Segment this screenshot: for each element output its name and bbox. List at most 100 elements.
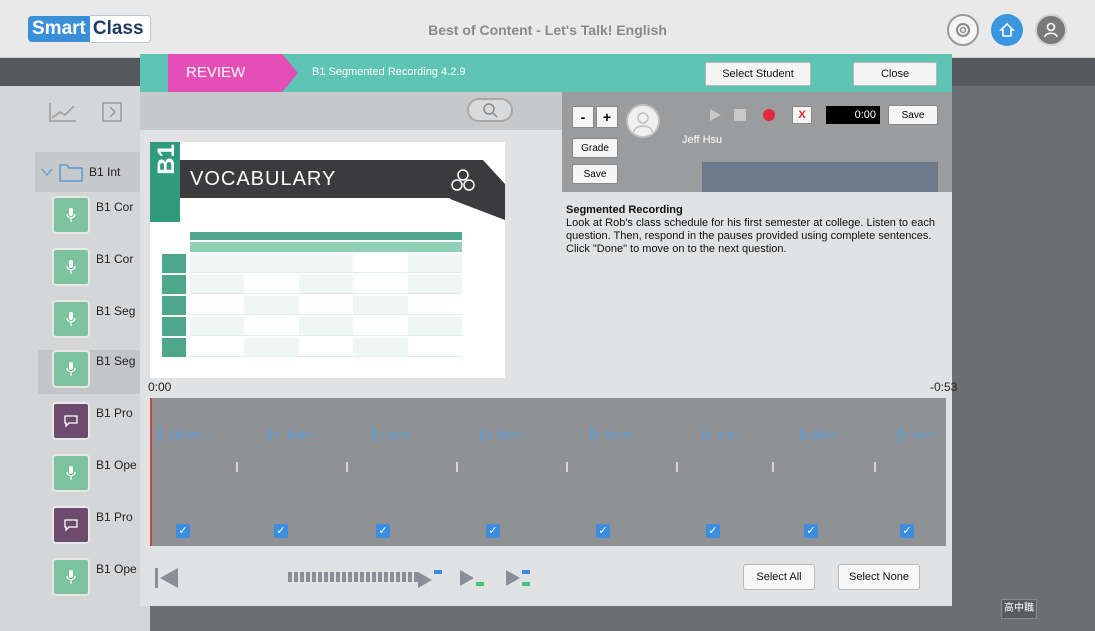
play-segment-icon[interactable]	[416, 568, 444, 588]
schedule-days-row	[190, 242, 462, 252]
grade-button[interactable]: Grade	[572, 138, 618, 158]
activity-tile	[52, 196, 90, 234]
segment-checkbox[interactable]: ✓	[376, 524, 390, 538]
recorder-panel: - + Grade Save Jeff Hsu X 0:00 Save	[562, 92, 952, 192]
sidebar-item-label: B1 Ope	[96, 458, 137, 472]
recording-title: B1 Segmented Recording 4.2.9	[312, 66, 466, 78]
schedule-row	[162, 254, 463, 273]
schedule-header	[190, 232, 462, 240]
microphone-icon	[66, 362, 76, 376]
sidebar-item[interactable]: B1 Cor	[52, 248, 150, 292]
segment-checkbox[interactable]: ✓	[176, 524, 190, 538]
schedule-row	[162, 296, 463, 315]
segment-checkbox[interactable]: ✓	[900, 524, 914, 538]
expand-panel-icon[interactable]	[102, 102, 122, 122]
zoom-icon	[483, 103, 498, 118]
app-title: Best of Content - Let's Talk! English	[428, 22, 667, 38]
top-icon-group	[947, 14, 1067, 46]
decrease-button[interactable]: -	[572, 106, 594, 128]
lifebuoy-icon	[956, 23, 970, 37]
student-name: Jeff Hsu	[682, 134, 723, 146]
skip-to-start-icon[interactable]	[154, 566, 180, 590]
sidebar-item-label: B1 Ope	[96, 562, 137, 576]
waveform-graphic	[159, 428, 935, 472]
segment-checkbox[interactable]: ✓	[706, 524, 720, 538]
sidebar-item[interactable]: B1 Ope	[52, 558, 150, 602]
chart-icon[interactable]	[48, 101, 78, 123]
folder-icon	[59, 164, 83, 182]
review-tab: REVIEW	[168, 54, 298, 92]
lesson-preview-image: B1 VOCABULARY	[150, 142, 505, 378]
sidebar-item[interactable]: B1 Cor	[52, 196, 150, 240]
home-icon	[999, 22, 1015, 37]
sidebar-item[interactable]: B1 Pro	[52, 506, 150, 550]
instructions-block: Segmented Recording Look at Rob's class …	[566, 204, 944, 256]
select-student-button[interactable]: Select Student	[705, 62, 811, 86]
course-sidebar: B1 Int B1 Cor B1 Cor B1 Seg B1 Seg B1 Pr…	[0, 86, 150, 631]
record-icon[interactable]	[762, 108, 776, 122]
save-grade-button[interactable]: Save	[572, 164, 618, 184]
activity-tile	[52, 454, 90, 492]
avatar-icon	[633, 112, 653, 133]
activity-tile	[52, 402, 90, 440]
instructions-title: Segmented Recording	[566, 204, 683, 216]
zoom-button[interactable]	[467, 98, 513, 122]
segment-checkbox[interactable]: ✓	[486, 524, 500, 538]
instructions-body: Look at Rob's class schedule for his fir…	[566, 217, 935, 255]
waveform-track[interactable]	[150, 398, 946, 472]
vocab-level-label: B1	[153, 144, 180, 175]
play-icon[interactable]	[708, 108, 722, 122]
microphone-icon	[66, 466, 76, 480]
playback-controls: Select All Select None	[140, 546, 952, 606]
play-combined-icon[interactable]	[504, 568, 532, 588]
modal-header: REVIEW B1 Segmented Recording 4.2.9 Sele…	[140, 54, 952, 92]
stop-icon[interactable]	[734, 109, 746, 121]
sidebar-item-selected[interactable]: B1 Seg	[38, 350, 150, 394]
vocab-title: VOCABULARY	[190, 168, 337, 190]
chat-bubble-icon	[64, 415, 78, 428]
right-background	[952, 86, 1095, 631]
top-app-bar: Smart Class Best of Content - Let's Talk!…	[0, 0, 1095, 58]
tree-root-folder[interactable]: B1 Int	[35, 152, 150, 192]
progress-dots	[288, 572, 418, 582]
tree-root-label: B1 Int	[89, 165, 121, 179]
sidebar-item[interactable]: B1 Ope	[52, 454, 150, 498]
user-icon	[1044, 22, 1058, 38]
sidebar-item[interactable]: B1 Seg	[52, 300, 150, 344]
select-all-button[interactable]: Select All	[743, 564, 815, 590]
save-recording-button[interactable]: Save	[888, 105, 938, 125]
preview-toolbar	[140, 92, 562, 130]
time-remaining: -0:53	[930, 380, 958, 394]
profile-button[interactable]	[1035, 14, 1067, 46]
increase-button[interactable]: +	[596, 106, 618, 128]
close-button[interactable]: Close	[853, 62, 937, 86]
sidebar-item-label: B1 Pro	[96, 510, 133, 524]
schedule-row	[162, 317, 463, 336]
sidebar-item-label: B1 Cor	[96, 200, 134, 214]
discard-recording-button[interactable]: X	[792, 106, 812, 124]
help-button[interactable]	[947, 14, 979, 46]
sidebar-item-label: B1 Seg	[96, 354, 136, 368]
vocab-level-tab: B1	[150, 142, 180, 222]
sidebar-item-label: B1 Pro	[96, 406, 133, 420]
select-none-button[interactable]: Select None	[838, 564, 920, 590]
activity-tile	[52, 300, 90, 338]
sidebar-toolbar	[0, 86, 150, 138]
sidebar-item[interactable]: B1 Pro	[52, 402, 150, 446]
chevron-down-icon[interactable]	[41, 167, 53, 177]
schedule-row	[162, 338, 463, 357]
activity-tile	[52, 558, 90, 596]
home-button[interactable]	[991, 14, 1023, 46]
segment-checkbox[interactable]: ✓	[274, 524, 288, 538]
play-response-icon[interactable]	[458, 568, 486, 588]
schedule-table	[162, 232, 463, 367]
recording-status-bar	[702, 162, 938, 192]
segment-checkbox[interactable]: ✓	[804, 524, 818, 538]
sidebar-item-label: B1 Cor	[96, 252, 134, 266]
chat-bubble-icon	[64, 519, 78, 532]
microphone-icon	[66, 312, 76, 326]
time-start: 0:00	[148, 380, 172, 394]
segment-checkbox[interactable]: ✓	[596, 524, 610, 538]
language-button[interactable]: 高中職	[1001, 599, 1037, 619]
segment-track[interactable]: ✓ ✓ ✓ ✓ ✓ ✓ ✓ ✓	[150, 472, 946, 546]
